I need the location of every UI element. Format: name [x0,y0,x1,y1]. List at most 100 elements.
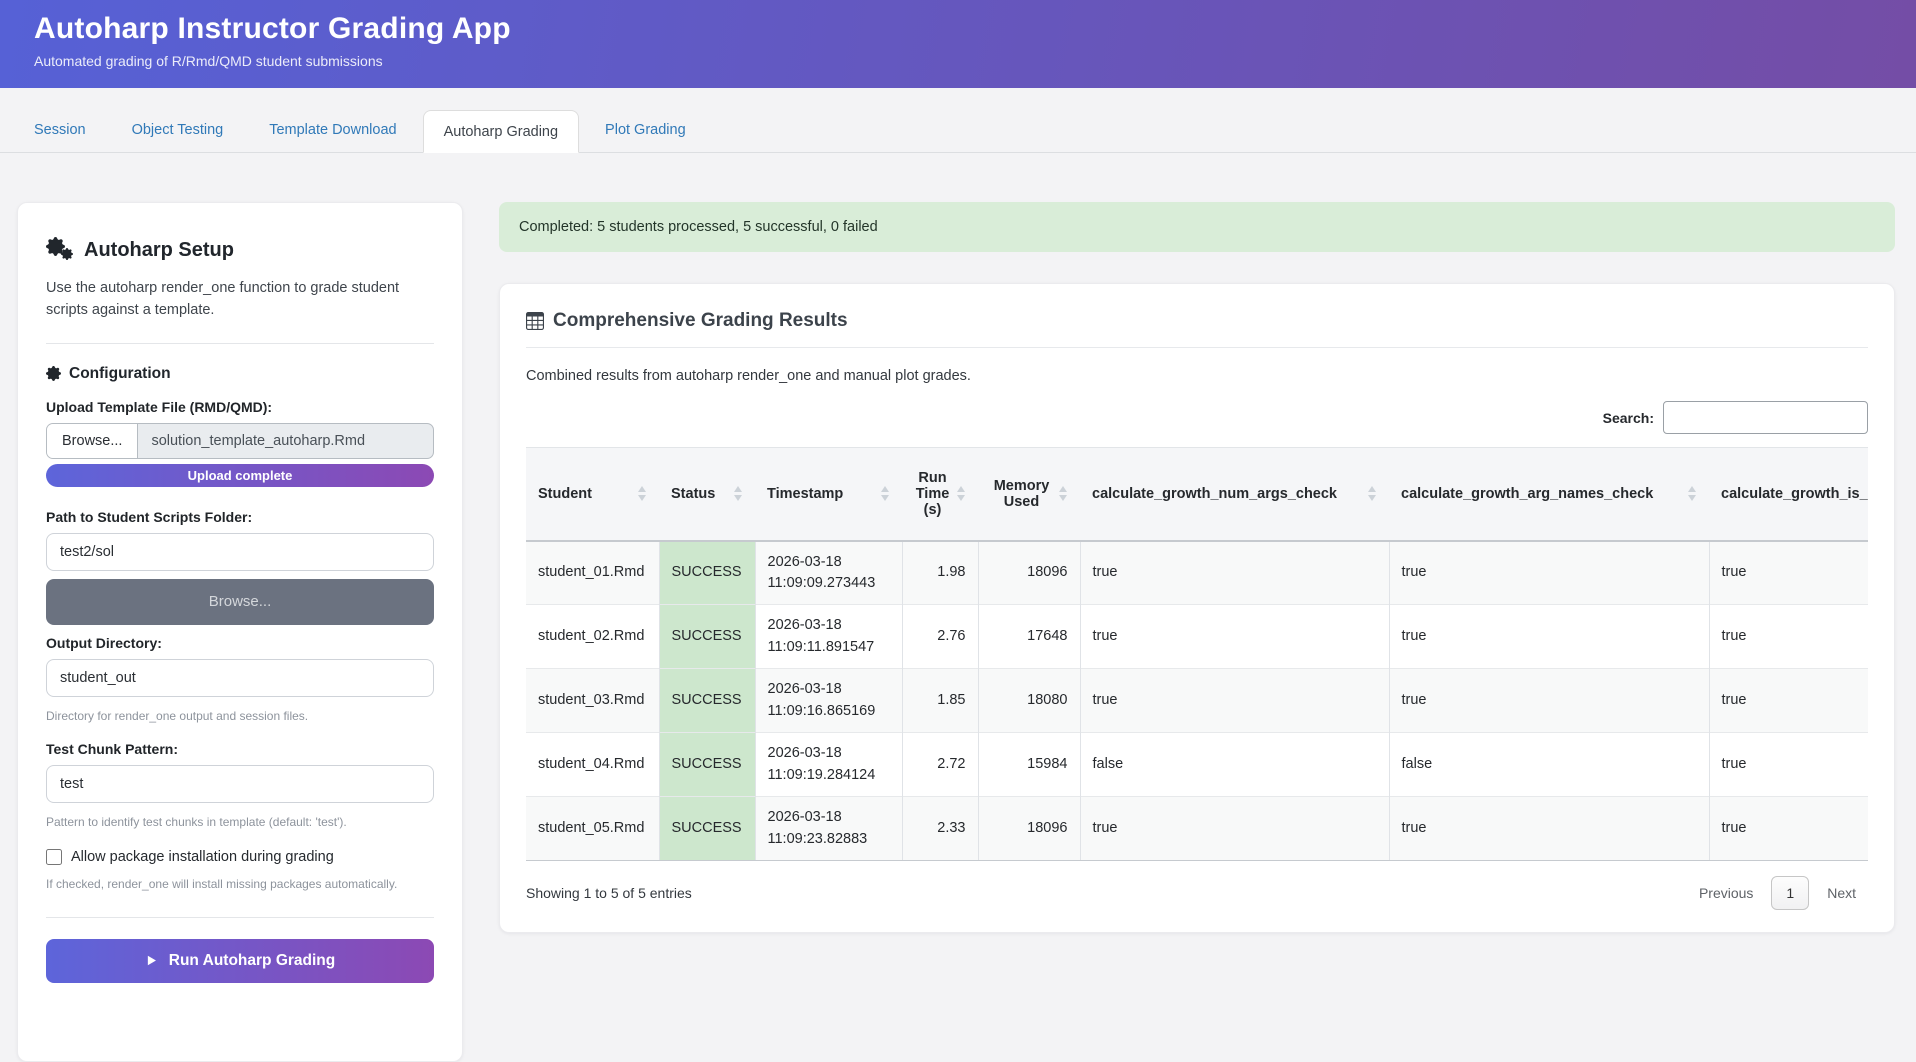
tab-template-download[interactable]: Template Download [249,109,416,152]
template-browse-button[interactable]: Browse... [47,424,138,458]
results-heading: Comprehensive Grading Results [526,310,1868,332]
cell-check: true [1389,797,1709,861]
setup-description: Use the autoharp render_one function to … [46,277,434,322]
sort-icon [957,486,966,501]
column-header-run-time[interactable]: Run Time (s) [902,448,978,541]
results-table: Student Status Timestamp Run Time (s) Me… [526,447,1868,861]
cell-check: true [1080,797,1389,861]
gear-icon [46,366,61,381]
next-page-button[interactable]: Next [1815,877,1868,909]
cell-student: student_04.Rmd [526,733,659,797]
scripts-folder-label: Path to Student Scripts Folder: [46,509,434,525]
output-directory-input[interactable] [46,659,434,697]
template-file-input: Browse... solution_template_autoharp.Rmd [46,423,434,459]
cell-check: true [1709,797,1868,861]
divider [46,343,434,344]
upload-template-label: Upload Template File (RMD/QMD): [46,399,434,415]
cell-check: true [1389,541,1709,605]
cell-check: true [1709,733,1868,797]
divider [46,917,434,918]
configuration-heading-label: Configuration [69,365,171,383]
cell-num: 2.33 [902,797,978,861]
allow-packages-checkbox[interactable] [46,849,62,865]
tab-plot-grading[interactable]: Plot Grading [585,109,706,152]
table-row: student_01.RmdSUCCESS2026-03-18 11:09:09… [526,541,1868,605]
folder-browse-button[interactable]: Browse... [46,579,434,625]
tab-session[interactable]: Session [14,109,106,152]
cell-check: false [1080,733,1389,797]
sort-icon [881,486,890,501]
column-header-is-check[interactable]: calculate_growth_is_ [1709,448,1868,541]
cell-status: SUCCESS [659,669,755,733]
run-autoharp-grading-button[interactable]: Run Autoharp Grading [46,939,434,983]
cell-num: 18096 [978,797,1080,861]
pagination: Previous 1 Next [1687,876,1868,910]
sort-icon [1059,486,1068,501]
cell-student: student_02.Rmd [526,605,659,669]
table-row: student_05.RmdSUCCESS2026-03-18 11:09:23… [526,797,1868,861]
table-row: student_03.RmdSUCCESS2026-03-18 11:09:16… [526,669,1868,733]
tab-object-testing[interactable]: Object Testing [112,109,244,152]
cell-status: SUCCESS [659,733,755,797]
cell-ts: 2026-03-18 11:09:23.82883 [755,797,902,861]
column-header-student[interactable]: Student [526,448,659,541]
cell-check: true [1080,541,1389,605]
results-subtitle: Combined results from autoharp render_on… [526,368,1868,384]
cell-check: true [1080,605,1389,669]
cell-ts: 2026-03-18 11:09:19.284124 [755,733,902,797]
search-label: Search: [1603,410,1654,426]
column-header-arg-names-check[interactable]: calculate_growth_arg_names_check [1389,448,1709,541]
column-header-status[interactable]: Status [659,448,755,541]
cell-check: true [1709,541,1868,605]
cell-check: false [1389,733,1709,797]
setup-heading: Autoharp Setup [46,237,434,263]
sort-icon [1368,486,1377,501]
allow-packages-label: Allow package installation during gradin… [71,849,334,865]
gears-icon [46,237,76,263]
cell-num: 2.72 [902,733,978,797]
configuration-heading: Configuration [46,365,434,383]
autoharp-setup-panel: Autoharp Setup Use the autoharp render_o… [17,202,463,1062]
cell-num: 1.98 [902,541,978,605]
scripts-folder-input[interactable] [46,533,434,571]
cell-num: 18096 [978,541,1080,605]
results-heading-label: Comprehensive Grading Results [553,310,848,332]
results-table-wrap: Student Status Timestamp Run Time (s) Me… [526,447,1868,861]
main-panel: Completed: 5 students processed, 5 succe… [499,202,1895,933]
page-title: Autoharp Instructor Grading App [34,12,1916,46]
column-header-timestamp[interactable]: Timestamp [755,448,902,541]
template-file-name: solution_template_autoharp.Rmd [138,424,433,458]
cell-check: true [1080,669,1389,733]
test-chunk-input[interactable] [46,765,434,803]
search-row: Search: [526,401,1868,434]
test-chunk-label: Test Chunk Pattern: [46,741,434,757]
cell-status: SUCCESS [659,605,755,669]
cell-check: true [1709,605,1868,669]
sort-icon [638,486,647,501]
cell-status: SUCCESS [659,797,755,861]
tab-autoharp-grading[interactable]: Autoharp Grading [423,110,579,153]
cell-ts: 2026-03-18 11:09:16.865169 [755,669,902,733]
app-header: Autoharp Instructor Grading App Automate… [0,0,1916,88]
run-button-label: Run Autoharp Grading [169,952,335,970]
cell-student: student_01.Rmd [526,541,659,605]
content-area: Autoharp Setup Use the autoharp render_o… [0,153,1916,1062]
test-chunk-help: Pattern to identify test chunks in templ… [46,813,434,831]
cell-ts: 2026-03-18 11:09:11.891547 [755,605,902,669]
cell-num: 15984 [978,733,1080,797]
cell-num: 2.76 [902,605,978,669]
table-row: student_04.RmdSUCCESS2026-03-18 11:09:19… [526,733,1868,797]
column-header-memory-used[interactable]: Memory Used [978,448,1080,541]
table-icon [526,312,544,330]
search-input[interactable] [1663,401,1868,434]
cell-student: student_03.Rmd [526,669,659,733]
page-number-button[interactable]: 1 [1771,876,1809,910]
previous-page-button[interactable]: Previous [1687,877,1765,909]
cell-num: 17648 [978,605,1080,669]
results-card: Comprehensive Grading Results Combined r… [499,283,1895,933]
page-subtitle: Automated grading of R/Rmd/QMD student s… [34,53,1916,69]
table-header-row: Student Status Timestamp Run Time (s) Me… [526,448,1868,541]
column-header-num-args-check[interactable]: calculate_growth_num_args_check [1080,448,1389,541]
table-row: student_02.RmdSUCCESS2026-03-18 11:09:11… [526,605,1868,669]
cell-num: 1.85 [902,669,978,733]
